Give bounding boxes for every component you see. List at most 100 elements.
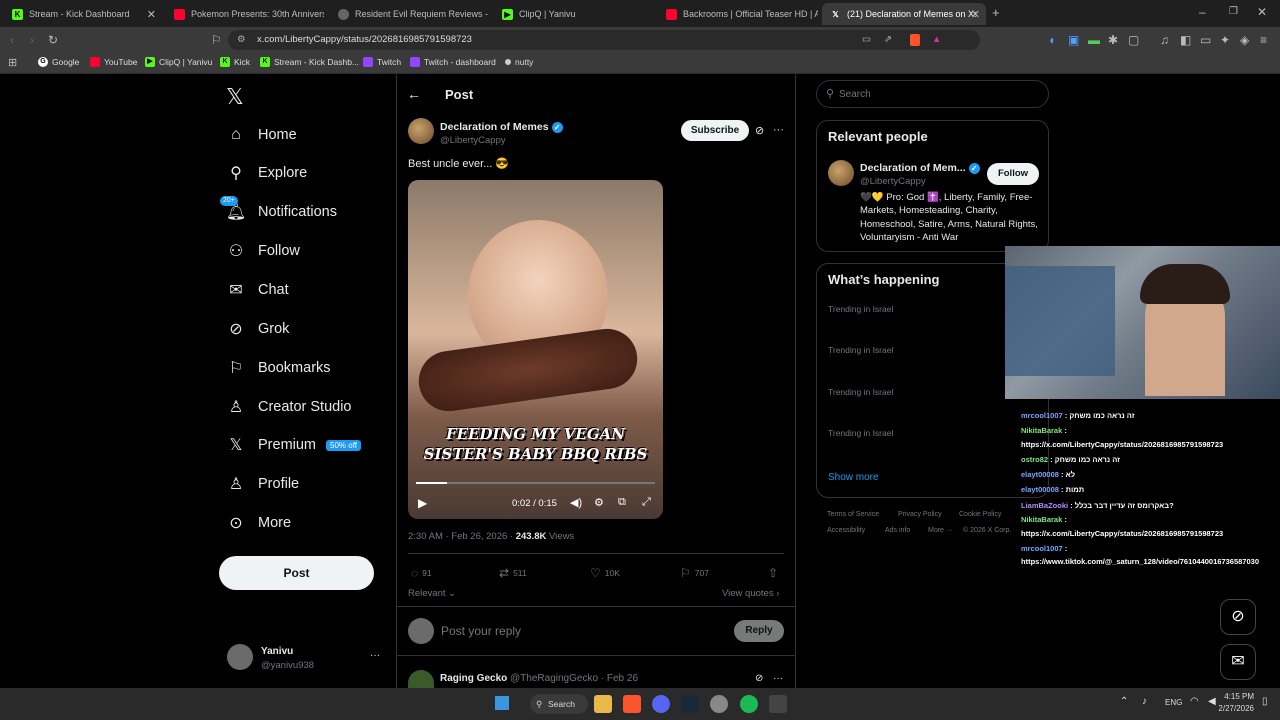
windows-start-icon[interactable]: [495, 696, 509, 710]
forward-icon[interactable]: ›: [30, 33, 34, 47]
apps-grid-icon[interactable]: ⊞: [8, 56, 17, 70]
microphone-icon[interactable]: ♪: [1142, 696, 1147, 707]
messages-float-button[interactable]: ✉: [1220, 644, 1256, 680]
close-icon[interactable]: ✕: [971, 8, 980, 21]
tab-backrooms[interactable]: Backrooms | Official Teaser HD | A24: [658, 3, 818, 25]
fullscreen-icon[interactable]: ⤢: [642, 496, 651, 509]
nav-home[interactable]: ⌂ Home: [226, 120, 297, 150]
trend-item[interactable]: Trending in Israel: [828, 345, 893, 355]
search-box[interactable]: ⚲: [816, 80, 1049, 108]
trend-item[interactable]: Trending in Israel: [828, 387, 893, 397]
bookmark-kick-dashboard[interactable]: K Stream - Kick Dashb...: [260, 57, 359, 67]
extensions-puzzle-icon[interactable]: ✱: [1108, 33, 1118, 47]
bookmark-nutty[interactable]: nutty: [505, 57, 533, 67]
bookmark-twitch-dashboard[interactable]: Twitch - dashboard: [410, 57, 496, 67]
subscribe-button[interactable]: Subscribe: [681, 120, 749, 141]
reply-author-avatar[interactable]: [408, 670, 434, 688]
account-menu-icon[interactable]: ···: [370, 650, 380, 661]
person-name-row[interactable]: Declaration of Mem... ✓: [860, 162, 980, 174]
bookmark-action[interactable]: ⚐ 707: [680, 566, 709, 580]
brave-shields-icon[interactable]: [910, 34, 920, 46]
clock-date[interactable]: 2/27/2026: [1201, 704, 1254, 713]
volume-icon[interactable]: ◀): [570, 496, 582, 509]
footer-link[interactable]: Terms of Service: [827, 511, 879, 518]
address-bar[interactable]: ⚙ x.com/LibertyCappy/status/202681698579…: [228, 30, 980, 50]
nav-bookmarks[interactable]: ⚐ Bookmarks: [226, 353, 331, 383]
media-icon[interactable]: ♫: [1160, 33, 1169, 47]
avatar[interactable]: [227, 644, 253, 670]
bookmark-twitch[interactable]: Twitch: [363, 57, 401, 67]
sidebar-icon[interactable]: ◧: [1180, 33, 1191, 47]
view-quotes-link[interactable]: View quotes ›: [722, 588, 779, 599]
app-icon[interactable]: [769, 695, 787, 713]
tab-clipq[interactable]: ▶ ClipQ | Yanivu: [494, 3, 654, 25]
minimize-icon[interactable]: –: [1199, 5, 1206, 19]
notification-center-icon[interactable]: ▯: [1262, 696, 1268, 707]
brave-rewards-icon[interactable]: ▲: [932, 30, 941, 50]
author-name-row[interactable]: Declaration of Memes ✓: [440, 121, 563, 133]
x-logo-icon[interactable]: 𝕏: [226, 84, 244, 110]
reload-icon[interactable]: ↻: [48, 33, 58, 47]
nav-chat[interactable]: ✉ Chat: [226, 275, 288, 305]
file-explorer-icon[interactable]: [594, 695, 612, 713]
nav-explore[interactable]: ⚲ Explore: [226, 158, 307, 188]
show-more-link[interactable]: Show more: [828, 472, 879, 483]
wallet-icon[interactable]: ▭: [1200, 33, 1211, 47]
author-avatar[interactable]: [408, 118, 434, 144]
bookmark-page-icon[interactable]: ⚐: [211, 33, 222, 47]
tab-declaration-of-memes[interactable]: 𝕏 (21) Declaration of Memes on X: ✕: [822, 3, 986, 25]
obs-icon[interactable]: [710, 695, 728, 713]
chevron-up-icon[interactable]: ⌃: [1120, 696, 1128, 707]
window-close-icon[interactable]: ✕: [1257, 5, 1267, 19]
discord-icon[interactable]: [652, 695, 670, 713]
trend-item[interactable]: Trending in Israel: [828, 304, 893, 314]
extension-icon[interactable]: ▣: [1068, 33, 1079, 47]
menu-icon[interactable]: ≡: [1260, 33, 1267, 47]
reply-action[interactable]: ◌ 91: [411, 566, 432, 580]
reply-button[interactable]: Reply: [734, 620, 784, 642]
nav-premium[interactable]: 𝕏 Premium 50% off: [226, 430, 361, 460]
tab-kick-dashboard[interactable]: K Stream - Kick Dashboard ✕: [4, 3, 162, 25]
steam-icon[interactable]: [681, 695, 699, 713]
site-info-icon[interactable]: ⚙: [237, 30, 246, 50]
footer-link[interactable]: Ads info: [885, 527, 910, 534]
footer-link[interactable]: Privacy Policy: [898, 511, 942, 518]
trend-item[interactable]: Trending in Israel: [828, 428, 893, 438]
leo-icon[interactable]: ✦: [1220, 33, 1230, 47]
share-action[interactable]: ⇧: [768, 566, 782, 580]
language-indicator[interactable]: ENG: [1165, 698, 1182, 707]
nav-more[interactable]: ⊙ More: [226, 508, 291, 538]
search-input[interactable]: [839, 87, 1039, 101]
back-arrow-icon[interactable]: ←: [407, 86, 421, 102]
bookmark-google[interactable]: G Google: [38, 57, 79, 67]
brave-browser-icon[interactable]: [623, 695, 641, 713]
nav-follow[interactable]: ⚇ Follow: [226, 236, 300, 266]
grok-icon[interactable]: ⊘: [755, 673, 763, 684]
footer-link[interactable]: Accessibility: [827, 527, 865, 534]
reply-sort-dropdown[interactable]: Relevant ⌄: [408, 588, 456, 599]
bookmark-clipq[interactable]: ▶ ClipQ | Yanivu: [145, 57, 212, 67]
more-icon[interactable]: ···: [773, 124, 784, 136]
footer-link[interactable]: More ···: [928, 527, 953, 534]
cast-icon[interactable]: ▭: [862, 30, 871, 50]
repost-action[interactable]: ⇄ 511: [499, 566, 527, 580]
vpn-icon[interactable]: ◈: [1240, 33, 1249, 47]
picture-in-picture-icon[interactable]: ⧉: [618, 496, 626, 509]
more-icon[interactable]: ···: [773, 673, 783, 684]
like-action[interactable]: ♡ 10K: [590, 566, 620, 580]
follow-button[interactable]: Follow: [987, 163, 1039, 185]
wifi-icon[interactable]: ◠: [1190, 696, 1199, 707]
settings-icon[interactable]: ⚙: [594, 496, 604, 509]
nav-notifications[interactable]: 🔔︎ 20+ Notifications: [220, 196, 337, 227]
extension-icon[interactable]: ▢: [1128, 33, 1139, 47]
new-tab-icon[interactable]: +: [992, 6, 1000, 20]
tab-pokemon[interactable]: Pokemon Presents: 30th Anniversary: [166, 3, 324, 25]
bookmark-kick[interactable]: K Kick: [220, 57, 250, 67]
tab-resident-evil[interactable]: Resident Evil Requiem Reviews - Meta: [330, 3, 490, 25]
play-icon[interactable]: ▶: [418, 496, 427, 510]
back-icon[interactable]: ‹: [10, 33, 14, 47]
close-icon[interactable]: ✕: [147, 8, 156, 21]
share-icon[interactable]: ⇗: [884, 30, 892, 50]
extension-icon[interactable]: ▬: [1088, 33, 1100, 47]
reply-input[interactable]: [441, 622, 721, 640]
